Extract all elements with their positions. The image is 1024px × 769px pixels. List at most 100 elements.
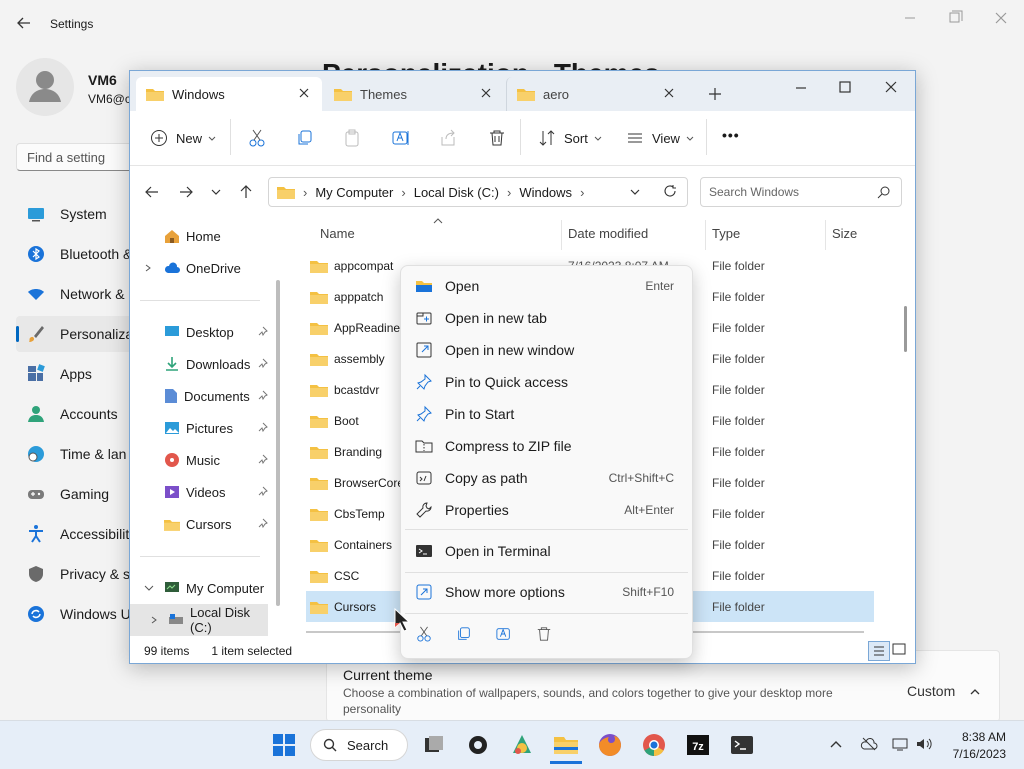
nav-pictures[interactable]: Pictures (130, 412, 270, 444)
address-dropdown-icon[interactable] (629, 186, 641, 198)
close-tab-icon[interactable] (480, 87, 492, 99)
file-explorer-taskbar-icon[interactable] (550, 729, 582, 764)
new-tab-icon[interactable] (708, 87, 722, 101)
nav-downloads[interactable]: Downloads (130, 348, 270, 380)
cut-icon[interactable] (416, 626, 432, 642)
menu-item-compress-to-zip-file[interactable]: Compress to ZIP file (405, 430, 688, 462)
nav-desktop[interactable]: Desktop (130, 316, 270, 348)
chevron-down-icon[interactable] (144, 583, 154, 593)
tab-windows[interactable]: Windows (136, 77, 322, 111)
chevron-up-icon[interactable] (968, 685, 982, 699)
nav-item-network[interactable]: Network & (16, 276, 136, 312)
menu-item-show-more-options[interactable]: Show more options Shift+F10 (405, 576, 688, 608)
breadcrumb-windows[interactable]: Windows (519, 185, 572, 200)
nav-item-accounts[interactable]: Accounts (16, 396, 136, 432)
up-icon[interactable] (238, 184, 254, 200)
pin-icon[interactable] (258, 518, 268, 528)
nav-item-windows-update[interactable]: Windows U (16, 596, 136, 632)
maximize-icon[interactable] (838, 80, 852, 94)
find-setting-input[interactable]: Find a setting (16, 143, 136, 171)
nav-item-gaming[interactable]: Gaming (16, 476, 136, 512)
network-tray-icon[interactable] (892, 737, 908, 751)
copy-icon[interactable] (456, 626, 472, 642)
nav-music[interactable]: Music (130, 444, 270, 476)
menu-item-open[interactable]: Open Enter (405, 270, 688, 302)
clock[interactable]: 8:38 AM 7/16/2023 (944, 730, 1006, 761)
share-icon[interactable] (440, 129, 458, 147)
copy-icon[interactable] (296, 129, 314, 147)
chevron-up-icon[interactable] (830, 739, 842, 749)
taskbar-search[interactable]: Search (310, 729, 408, 761)
nav-item-accessibility[interactable]: Accessibilit (16, 516, 136, 552)
view-button[interactable]: View (626, 125, 694, 151)
start-windows-icon[interactable] (268, 729, 300, 761)
nav-item-personalization[interactable]: Personaliza (16, 316, 136, 352)
nav-videos[interactable]: Videos (130, 476, 270, 508)
nav-item-system[interactable]: System (16, 196, 136, 232)
menu-item-pin-to-quick-access[interactable]: Pin to Quick access (405, 366, 688, 398)
nav-home[interactable]: Home (130, 220, 270, 252)
pin-icon[interactable] (258, 422, 268, 432)
minimize-icon[interactable] (794, 81, 808, 95)
nav-onedrive[interactable]: OneDrive (130, 252, 270, 284)
chevron-right-icon[interactable] (150, 616, 158, 624)
rename-icon[interactable] (392, 129, 410, 147)
refresh-icon[interactable] (663, 184, 677, 198)
column-name[interactable]: Name (320, 226, 355, 241)
more-options-button[interactable]: ••• (722, 127, 740, 143)
avatar[interactable] (16, 58, 74, 116)
menu-item-pin-to-start[interactable]: Pin to Start (405, 398, 688, 430)
pin-icon[interactable] (258, 358, 268, 368)
nav-documents[interactable]: Documents (130, 380, 270, 412)
delete-icon[interactable] (488, 129, 506, 147)
column-type[interactable]: Type (712, 226, 740, 241)
vertical-scrollbar[interactable] (904, 306, 907, 352)
paste-icon[interactable] (343, 129, 361, 147)
address-bar[interactable]: › My Computer › Local Disk (C:) › Window… (268, 177, 688, 207)
back-icon[interactable] (144, 184, 160, 200)
menu-item-open-in-new-tab[interactable]: Open in new tab (405, 302, 688, 334)
delete-icon[interactable] (536, 626, 552, 642)
menu-item-open-terminal[interactable]: Open in Terminal (405, 535, 688, 567)
chevron-right-icon[interactable] (144, 264, 152, 272)
close-tab-icon[interactable] (663, 87, 675, 99)
firefox-icon[interactable] (594, 729, 626, 761)
paint-app-icon[interactable] (506, 729, 538, 761)
forward-icon[interactable] (178, 184, 194, 200)
column-size[interactable]: Size (832, 226, 857, 241)
nav-item-privacy[interactable]: Privacy & s (16, 556, 136, 592)
back-arrow-icon[interactable] (16, 15, 32, 31)
nav-item-bluetooth[interactable]: Bluetooth & (16, 236, 136, 272)
7zip-icon[interactable]: 7z (682, 729, 714, 761)
menu-item-properties[interactable]: Properties Alt+Enter (405, 494, 688, 526)
search-input[interactable]: Search Windows (700, 177, 902, 207)
volume-tray-icon[interactable] (916, 737, 932, 751)
column-date[interactable]: Date modified (568, 226, 648, 241)
chrome-icon[interactable] (638, 729, 670, 761)
cut-icon[interactable] (248, 129, 266, 147)
nav-local-disk[interactable]: Local Disk (C:) (130, 604, 268, 636)
maximize-icon[interactable] (945, 8, 965, 28)
onedrive-tray-icon[interactable] (860, 737, 878, 751)
close-tab-icon[interactable] (298, 87, 310, 99)
tab-themes[interactable]: Themes (324, 77, 504, 111)
task-view-icon[interactable] (418, 729, 450, 761)
tab-aero[interactable]: aero (506, 77, 687, 111)
nav-cursors[interactable]: Cursors (130, 508, 270, 540)
breadcrumb-my-computer[interactable]: My Computer (315, 185, 393, 200)
pin-icon[interactable] (258, 454, 268, 464)
menu-item-open-in-new-window[interactable]: Open in new window (405, 334, 688, 366)
close-icon[interactable] (884, 80, 898, 94)
pin-icon[interactable] (258, 326, 268, 336)
minimize-icon[interactable] (900, 8, 920, 28)
new-button[interactable]: New (150, 125, 216, 151)
pin-icon[interactable] (258, 486, 268, 496)
sort-button[interactable]: Sort (538, 125, 602, 151)
nav-item-apps[interactable]: Apps (16, 356, 136, 392)
nav-my-computer[interactable]: My Computer (130, 572, 270, 604)
recent-chevron-icon[interactable] (210, 186, 222, 198)
details-view-button[interactable] (868, 641, 890, 661)
nav-item-time-language[interactable]: Time & lan (16, 436, 136, 472)
breadcrumb-local-disk[interactable]: Local Disk (C:) (414, 185, 499, 200)
close-icon[interactable] (991, 8, 1011, 28)
